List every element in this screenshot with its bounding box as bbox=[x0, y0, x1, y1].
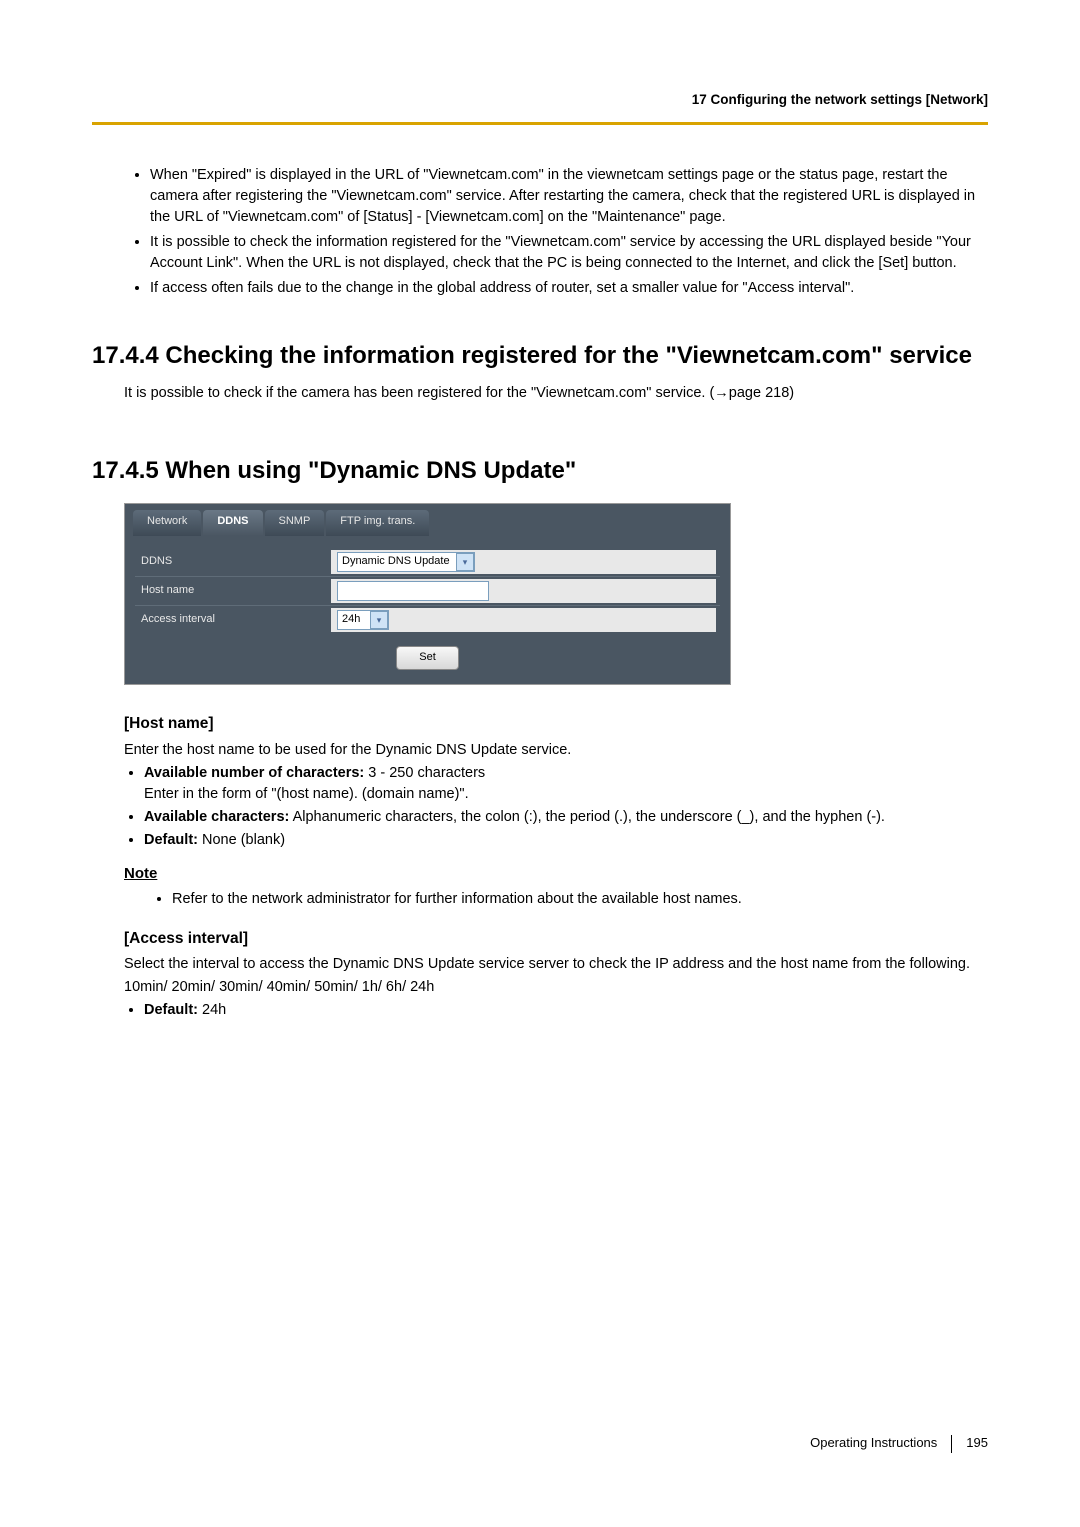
label-access-interval: Access interval bbox=[135, 612, 331, 628]
param-rest: Alphanumeric characters, the colon (:), … bbox=[289, 809, 885, 825]
dropdown-value: Dynamic DNS Update bbox=[342, 554, 452, 570]
param-rest: None (blank) bbox=[198, 832, 285, 848]
section-1744-body: It is possible to check if the camera ha… bbox=[124, 383, 988, 404]
intro-bullet-list: When "Expired" is displayed in the URL o… bbox=[150, 165, 988, 299]
header-section-path: 17 Configuring the network settings [Net… bbox=[92, 90, 988, 110]
access-interval-intro: Select the interval to access the Dynami… bbox=[124, 954, 988, 975]
form-row-access-interval: Access interval 24h ▾ bbox=[135, 605, 720, 634]
set-button[interactable]: Set bbox=[396, 646, 459, 670]
list-item: Available characters: Alphanumeric chara… bbox=[144, 807, 988, 828]
dropdown-value: 24h bbox=[342, 612, 366, 628]
intro-bullet: It is possible to check the information … bbox=[150, 232, 988, 274]
label-ddns: DDNS bbox=[135, 554, 331, 570]
text: ) bbox=[789, 385, 794, 401]
note-item: Refer to the network administrator for f… bbox=[172, 889, 988, 910]
access-interval-default-list: Default: 24h bbox=[144, 1000, 988, 1021]
footer-page-number: 195 bbox=[966, 1434, 988, 1453]
tab-ddns[interactable]: DDNS bbox=[203, 510, 262, 536]
ddns-settings-screenshot: Network DDNS SNMP FTP img. trans. DDNS D… bbox=[124, 503, 731, 685]
tab-bar: Network DDNS SNMP FTP img. trans. bbox=[125, 504, 730, 536]
param-rest: 3 - 250 characters bbox=[364, 765, 485, 781]
hostname-intro: Enter the host name to be used for the D… bbox=[124, 740, 988, 761]
access-interval-head: [Access interval] bbox=[124, 928, 988, 950]
text: It is possible to check if the camera ha… bbox=[124, 385, 714, 401]
form-row-ddns: DDNS Dynamic DNS Update ▾ bbox=[135, 548, 720, 576]
access-interval-options: 10min/ 20min/ 30min/ 40min/ 50min/ 1h/ 6… bbox=[124, 977, 988, 998]
header-rule bbox=[92, 122, 988, 125]
page-footer: Operating Instructions 195 bbox=[810, 1434, 988, 1453]
param-bold: Default: bbox=[144, 832, 198, 848]
list-item: Default: 24h bbox=[144, 1000, 988, 1021]
hostname-head: [Host name] bbox=[124, 713, 988, 735]
section-1745-title: 17.4.5 When using "Dynamic DNS Update" bbox=[92, 454, 988, 489]
chevron-down-icon[interactable]: ▾ bbox=[370, 611, 388, 629]
input-hostname[interactable] bbox=[337, 581, 489, 601]
param-bold: Available number of characters: bbox=[144, 765, 364, 781]
param-bold: Available characters: bbox=[144, 809, 289, 825]
tab-snmp[interactable]: SNMP bbox=[265, 510, 325, 536]
intro-bullet: If access often fails due to the change … bbox=[150, 278, 988, 299]
footer-divider bbox=[951, 1435, 952, 1453]
param-subline: Enter in the form of "(host name). (doma… bbox=[144, 784, 988, 805]
label-hostname: Host name bbox=[135, 583, 331, 599]
form-row-hostname: Host name bbox=[135, 576, 720, 605]
hostname-param-list: Available number of characters: 3 - 250 … bbox=[144, 763, 988, 851]
param-rest: 24h bbox=[198, 1002, 226, 1018]
page-ref-link[interactable]: page 218 bbox=[729, 385, 789, 401]
chevron-down-icon[interactable]: ▾ bbox=[456, 553, 474, 571]
note-list: Refer to the network administrator for f… bbox=[172, 889, 988, 910]
tab-network[interactable]: Network bbox=[133, 510, 201, 536]
list-item: Available number of characters: 3 - 250 … bbox=[144, 763, 988, 805]
intro-bullet: When "Expired" is displayed in the URL o… bbox=[150, 165, 988, 228]
footer-doc-name: Operating Instructions bbox=[810, 1434, 937, 1453]
tab-ftp[interactable]: FTP img. trans. bbox=[326, 510, 429, 536]
param-bold: Default: bbox=[144, 1002, 198, 1018]
dropdown-ddns[interactable]: Dynamic DNS Update ▾ bbox=[337, 552, 475, 572]
note-head: Note bbox=[124, 863, 988, 885]
list-item: Default: None (blank) bbox=[144, 830, 988, 851]
dropdown-access-interval[interactable]: 24h ▾ bbox=[337, 610, 389, 630]
section-1744-title: 17.4.4 Checking the information register… bbox=[92, 339, 988, 374]
arrow-icon: → bbox=[714, 385, 729, 401]
